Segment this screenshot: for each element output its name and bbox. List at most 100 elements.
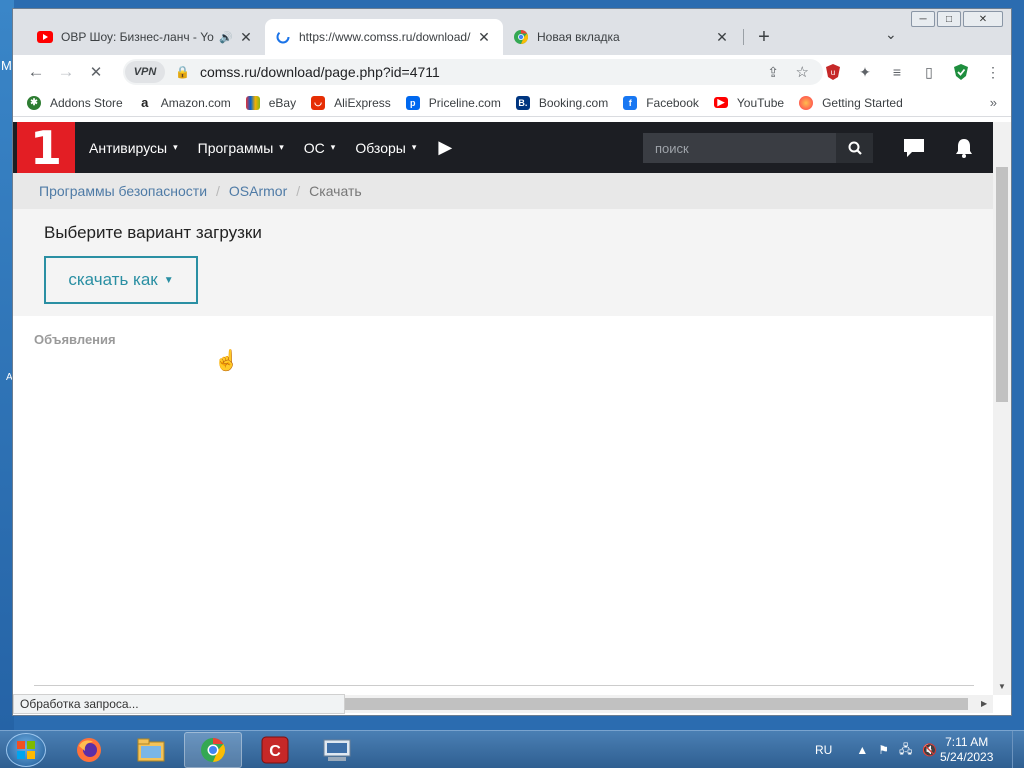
nav-label: ОС — [303, 139, 325, 156]
bookmark-booking[interactable]: B. Booking.com — [515, 95, 608, 110]
bookmark-label: Amazon.com — [160, 95, 231, 110]
breadcrumb-link[interactable]: OSArmor — [229, 183, 287, 199]
menu-kebab-icon[interactable]: ⋮ — [979, 59, 1007, 85]
address-bar[interactable]: VPN 🔒 comss.ru/download/page.php?id=4711… — [123, 59, 823, 85]
tab-title: https://www.comss.ru/download/ — [299, 30, 471, 44]
close-tab-button[interactable]: ✕ — [475, 28, 493, 46]
comodo-icon[interactable]: C — [246, 732, 304, 768]
scrollbar-thumb[interactable] — [343, 698, 968, 710]
scroll-right-arrow-icon[interactable]: ▶ — [981, 699, 987, 708]
nav-reviews[interactable]: Обзоры ▾ — [355, 140, 416, 156]
loading-spinner-icon — [275, 29, 291, 45]
tab-youtube[interactable]: OBP Шоу: Бизнес-ланч - Yo 🔊 ✕ — [27, 19, 265, 55]
tab-search-button[interactable]: ⌄ — [885, 26, 897, 43]
chevron-down-icon: ▾ — [330, 142, 336, 152]
minimize-button[interactable]: ─ — [911, 11, 935, 27]
close-window-button[interactable]: ✕ — [963, 11, 1003, 27]
chevron-down-icon: ▾ — [279, 142, 284, 152]
chat-icon[interactable] — [903, 138, 925, 163]
download-section: Выберите вариант загрузки скачать как ▼ — [13, 209, 993, 316]
aliexpress-icon: ◡ — [311, 95, 326, 110]
show-desktop-button[interactable] — [1012, 731, 1024, 768]
chevron-down-icon: ▾ — [411, 142, 417, 152]
share-icon[interactable]: ⇪ — [767, 64, 779, 81]
close-tab-button[interactable]: ✕ — [237, 28, 255, 46]
tab-title: Новая вкладка — [537, 30, 620, 44]
scrollbar-thumb[interactable] — [996, 167, 1008, 402]
action-center-flag-icon[interactable]: ⚑ — [878, 743, 889, 757]
volume-muted-icon[interactable]: 🔇 — [922, 743, 937, 757]
tray-expand-icon[interactable]: ▲ — [856, 743, 868, 757]
bookmark-facebook[interactable]: f Facebook — [623, 95, 699, 110]
audio-playing-icon[interactable]: 🔊 — [219, 31, 233, 44]
clock[interactable]: 7:11 AM 5/24/2023 — [940, 735, 993, 765]
nav-os[interactable]: ОС ▾ — [304, 140, 336, 156]
network-icon[interactable]: 🖧 — [899, 740, 912, 761]
chrome-icon[interactable] — [184, 732, 242, 768]
bookmarks-overflow-button[interactable]: » — [990, 95, 997, 110]
breadcrumb-current: Скачать — [309, 183, 362, 199]
bookmark-label: Priceline.com — [428, 95, 501, 110]
language-indicator[interactable]: RU — [815, 743, 832, 757]
bookmark-label: eBay — [268, 95, 297, 110]
tab-title: OBP Шоу: Бизнес-ланч - Yo — [61, 30, 214, 44]
chevron-down-icon: ▾ — [173, 142, 178, 152]
tab-new[interactable]: Новая вкладка ✕ — [503, 19, 741, 55]
keyboard-app-icon[interactable] — [308, 732, 366, 768]
priceline-icon: p — [405, 95, 420, 110]
clock-time: 7:11 AM — [945, 735, 989, 749]
download-as-button[interactable]: скачать как ▼ — [44, 256, 198, 304]
close-tab-button[interactable]: ✕ — [713, 28, 731, 46]
site-search-input[interactable]: поиск — [643, 133, 836, 163]
ublock-extension-icon[interactable]: u — [819, 59, 847, 85]
tab-strip: OBP Шоу: Бизнес-ланч - Yo 🔊 ✕ https://ww… — [13, 9, 1011, 55]
url-text[interactable]: comss.ru/download/page.php?id=4711 — [200, 64, 440, 80]
nav-programs[interactable]: Программы ▾ — [198, 140, 284, 156]
breadcrumb-divider: / — [296, 183, 301, 199]
extensions-puzzle-icon[interactable]: ✦ — [851, 59, 879, 85]
maximize-button[interactable]: □ — [937, 11, 961, 27]
status-bar: Обработка запроса... — [13, 694, 345, 714]
youtube-icon — [37, 29, 53, 45]
nav-label: Обзоры — [355, 139, 406, 156]
nav-more-arrow-icon[interactable]: ▶ — [438, 137, 452, 158]
bookmark-getting-started[interactable]: Getting Started — [799, 95, 903, 110]
nav-antivirus[interactable]: Антивирусы ▾ — [89, 140, 178, 156]
tab-comss[interactable]: https://www.comss.ru/download/ ✕ — [265, 19, 503, 55]
forward-button[interactable]: → — [51, 58, 81, 86]
booking-icon: B. — [515, 95, 530, 110]
back-button[interactable]: ← — [21, 58, 51, 86]
bookmark-label: Facebook — [646, 95, 699, 110]
bookmark-priceline[interactable]: p Priceline.com — [405, 95, 501, 110]
firefox-icon[interactable] — [60, 732, 118, 768]
stop-loading-button[interactable]: ✕ — [81, 58, 111, 86]
bookmark-youtube[interactable]: ▶ YouTube — [713, 96, 784, 110]
extensions-area: u ✦ ≡ ▯ ⋮ — [819, 59, 1007, 85]
site-logo[interactable]: 1 — [17, 122, 75, 175]
bell-icon[interactable] — [955, 138, 973, 163]
vpn-icon[interactable]: VPN — [125, 61, 165, 83]
bookmark-amazon[interactable]: a Amazon.com — [137, 95, 231, 110]
bookmark-ebay[interactable]: eBay — [245, 95, 297, 110]
bookmark-star-icon[interactable]: ☆ — [796, 63, 809, 81]
bookmark-addons-store[interactable]: ✱ Addons Store — [27, 95, 123, 110]
lock-icon[interactable]: 🔒 — [175, 65, 190, 79]
amazon-icon: a — [137, 95, 152, 110]
scroll-down-arrow-icon[interactable]: ▼ — [998, 682, 1006, 691]
start-button[interactable] — [6, 733, 46, 767]
facebook-icon: f — [623, 95, 638, 110]
bookmark-label: Addons Store — [50, 95, 123, 110]
divider — [34, 685, 974, 686]
vertical-scrollbar[interactable]: ▼ — [993, 122, 1011, 695]
new-tab-button[interactable]: + — [753, 26, 775, 48]
bookmark-aliexpress[interactable]: ◡ AliExpress — [311, 95, 391, 110]
nav-label: Программы — [197, 139, 274, 156]
shield-extension-icon[interactable] — [947, 59, 975, 85]
breadcrumb-link[interactable]: Программы безопасности — [39, 183, 207, 199]
file-explorer-icon[interactable] — [122, 732, 180, 768]
clock-date: 5/24/2023 — [940, 750, 994, 764]
search-icon[interactable] — [836, 133, 873, 163]
media-control-icon[interactable]: ≡ — [883, 59, 911, 85]
ads-label: Объявления — [34, 332, 116, 347]
side-panel-icon[interactable]: ▯ — [915, 59, 943, 85]
